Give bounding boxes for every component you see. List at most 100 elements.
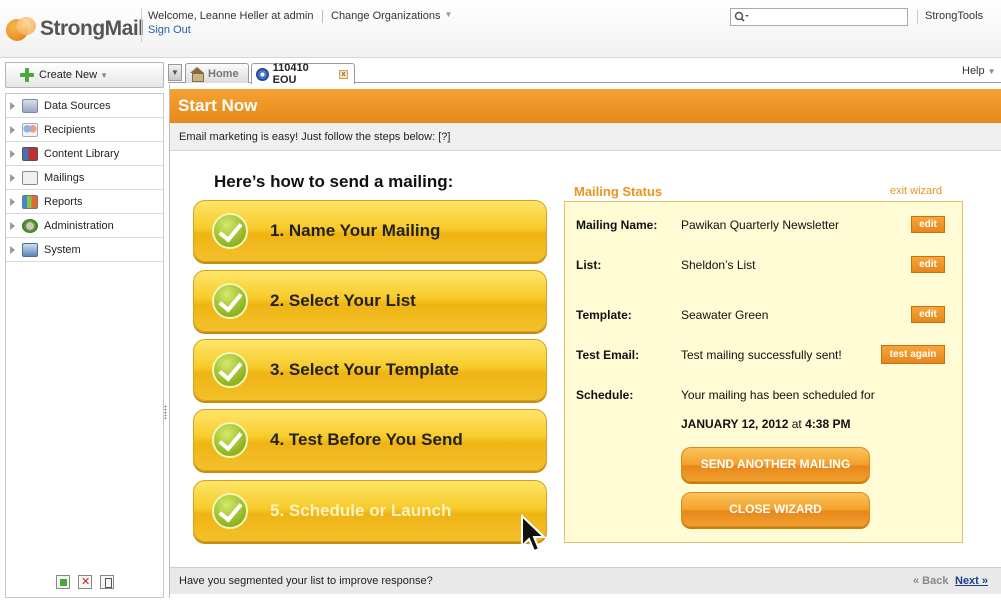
- help-menu[interactable]: Help ▼: [962, 65, 996, 77]
- sidebar-item-content-library[interactable]: Content Library: [6, 142, 163, 166]
- page-title: Start Now: [178, 96, 258, 115]
- template-value: Seawater Green: [681, 308, 769, 322]
- step-label: 2. Select Your List: [270, 291, 416, 310]
- sidebar-item-system[interactable]: System: [6, 238, 163, 262]
- test-email-label: Test Email:: [576, 348, 640, 362]
- strongtools-link[interactable]: StrongTools: [925, 10, 983, 22]
- sidebar-item-label: Mailings: [44, 171, 85, 184]
- panel-splitter-handle[interactable]: [164, 405, 167, 419]
- sidebar-item-recipients[interactable]: Recipients: [6, 118, 163, 142]
- sidebar-item-data-sources[interactable]: Data Sources: [6, 94, 163, 118]
- main-panel: Start Now Email marketing is easy! Just …: [169, 84, 1001, 598]
- step-label: 5. Schedule or Launch: [270, 501, 452, 520]
- step-schedule-launch-button[interactable]: 5. Schedule or Launch: [193, 480, 547, 542]
- search-icon[interactable]: [734, 11, 750, 23]
- howto-heading: Here’s how to send a mailing:: [214, 172, 454, 191]
- list-label: List:: [576, 258, 602, 272]
- checkmark-icon: [212, 422, 248, 458]
- title-bar: Start Now: [170, 89, 1001, 123]
- expand-arrow-icon[interactable]: [10, 149, 15, 158]
- sidebar-item-label: Recipients: [44, 123, 96, 136]
- sidebar-nav: Data Sources Recipients Content Library …: [5, 93, 164, 598]
- schedule-time: 4:38 PM: [805, 417, 851, 431]
- step-label: 3. Select Your Template: [270, 360, 459, 379]
- tab-bar: ▼ Home 110410 EOU x: [168, 62, 1001, 86]
- content-library-icon: [22, 146, 38, 161]
- test-again-button[interactable]: test again: [881, 345, 945, 364]
- step-select-list-button[interactable]: 2. Select Your List: [193, 270, 547, 332]
- sidebar-item-administration[interactable]: Administration: [6, 214, 163, 238]
- change-organizations-label: Change Organizations: [331, 10, 441, 22]
- logo-text: StrongMail: [40, 17, 144, 40]
- delete-item-icon[interactable]: [78, 575, 92, 589]
- expand-arrow-icon[interactable]: [10, 173, 15, 182]
- change-organizations-menu[interactable]: Change Organizations ▼: [331, 10, 452, 22]
- edit-list-button[interactable]: edit: [911, 256, 945, 273]
- sidebar-item-reports[interactable]: Reports: [6, 190, 163, 214]
- sign-out-link[interactable]: Sign Out: [148, 24, 191, 36]
- step-test-before-send-button[interactable]: 4. Test Before You Send: [193, 409, 547, 471]
- checkmark-icon: [212, 283, 248, 319]
- mailing-name-label: Mailing Name:: [576, 218, 658, 232]
- add-item-icon[interactable]: [56, 575, 70, 589]
- globe-icon: [256, 67, 269, 81]
- help-label: Help: [962, 65, 985, 77]
- step-label: 4. Test Before You Send: [270, 430, 463, 449]
- close-wizard-button[interactable]: CLOSE WIZARD: [681, 492, 870, 527]
- step-name-mailing-button[interactable]: 1. Name Your Mailing: [193, 200, 547, 262]
- sidebar-item-label: Data Sources: [44, 99, 111, 112]
- home-icon: [190, 67, 205, 82]
- tab-active-label: 110410 EOU: [272, 62, 309, 86]
- step-label: 1. Name Your Mailing: [270, 221, 441, 240]
- template-label: Template:: [576, 308, 632, 322]
- search-box[interactable]: [730, 8, 908, 26]
- welcome-text: Welcome, Leanne Heller at admin: [148, 10, 314, 22]
- system-icon: [22, 242, 38, 257]
- logo-mark-icon: [6, 17, 36, 41]
- administration-icon: [22, 218, 38, 233]
- step-select-template-button[interactable]: 3. Select Your Template: [193, 339, 547, 401]
- expand-arrow-icon[interactable]: [10, 125, 15, 134]
- sidebar-item-label: Administration: [44, 219, 114, 232]
- chevron-down-icon: ▼: [987, 67, 996, 76]
- close-tab-icon[interactable]: x: [339, 69, 348, 79]
- checkmark-icon: [212, 493, 248, 529]
- expand-arrow-icon[interactable]: [10, 101, 15, 110]
- sidebar-item-label: Reports: [44, 195, 83, 208]
- schedule-date: JANUARY 12, 2012: [681, 417, 789, 431]
- plus-icon: [20, 68, 34, 82]
- edit-template-button[interactable]: edit: [911, 306, 945, 323]
- sidebar-item-mailings[interactable]: Mailings: [6, 166, 163, 190]
- expand-arrow-icon[interactable]: [10, 245, 15, 254]
- header-separator: [322, 10, 323, 23]
- mailings-icon: [22, 170, 38, 185]
- recipients-icon: [22, 122, 38, 137]
- test-email-value: Test mailing successfully sent!: [681, 348, 842, 362]
- schedule-label: Schedule:: [576, 388, 634, 402]
- back-link[interactable]: « Back: [913, 575, 948, 587]
- top-header: StrongMail Welcome, Leanne Heller at adm…: [0, 0, 1001, 58]
- next-link[interactable]: Next »: [955, 575, 988, 587]
- tab-110410-eou[interactable]: 110410 EOU x: [251, 62, 355, 86]
- tab-home[interactable]: Home: [185, 63, 249, 83]
- search-input[interactable]: [751, 9, 901, 25]
- checkmark-icon: [212, 213, 248, 249]
- footer-bar: Have you segmented your list to improve …: [170, 567, 1001, 594]
- data-sources-icon: [22, 98, 38, 113]
- mailing-status-heading: Mailing Status: [574, 184, 663, 199]
- expand-arrow-icon[interactable]: [10, 197, 15, 206]
- schedule-value: Your mailing has been scheduled for: [681, 388, 875, 402]
- strongmail-logo[interactable]: StrongMail: [6, 14, 144, 44]
- send-another-mailing-button[interactable]: SEND ANOTHER MAILING: [681, 447, 870, 482]
- chevron-down-icon: ▼: [444, 10, 453, 19]
- tab-list-menu-button[interactable]: ▼: [168, 64, 182, 81]
- list-value: Sheldon’s List: [681, 258, 756, 272]
- exit-wizard-link[interactable]: exit wizard: [890, 185, 942, 197]
- header-separator: [917, 10, 918, 24]
- create-new-button[interactable]: Create New ▼: [5, 62, 164, 88]
- mailing-name-value: Pawikan Quarterly Newsletter: [681, 218, 840, 232]
- expand-arrow-icon[interactable]: [10, 221, 15, 230]
- footer-tip: Have you segmented your list to improve …: [179, 575, 433, 587]
- copy-item-icon[interactable]: [100, 575, 114, 589]
- edit-mailing-name-button[interactable]: edit: [911, 216, 945, 233]
